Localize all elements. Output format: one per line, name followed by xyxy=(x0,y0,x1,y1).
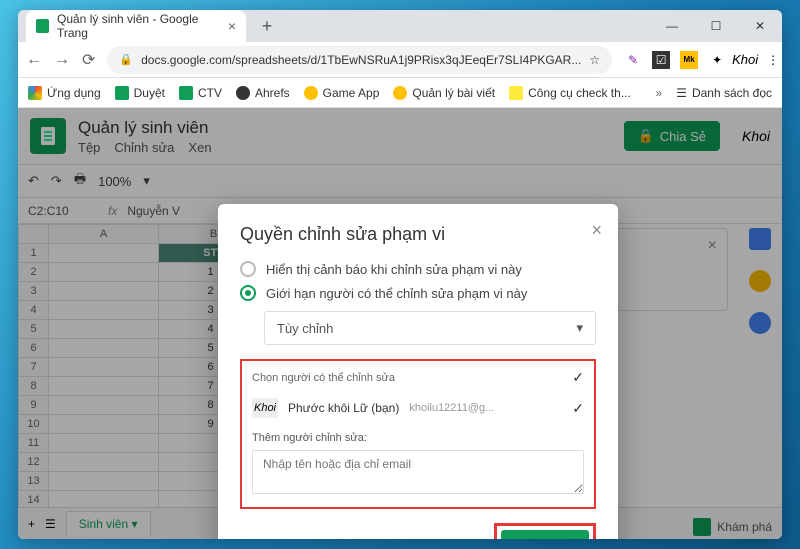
bookmark-ahrefs[interactable]: Ahrefs xyxy=(236,86,290,100)
close-window-button[interactable]: ✕ xyxy=(738,10,782,42)
list-icon: ☰ xyxy=(676,86,687,100)
editors-section-label: Chọn người có thể chỉnh sửa ✓ xyxy=(252,369,584,386)
chevron-down-icon: ▾ xyxy=(576,320,583,336)
bookmark-duyet[interactable]: Duyệt xyxy=(115,86,165,100)
back-button[interactable]: ← xyxy=(26,51,42,69)
dialog-close-icon[interactable]: × xyxy=(591,220,602,241)
browser-tab[interactable]: Quản lý sinh viên - Google Trang × xyxy=(26,10,246,42)
bookmark-overflow[interactable]: » xyxy=(655,86,662,100)
editor-avatar: Khoi xyxy=(252,398,278,418)
close-tab-icon[interactable]: × xyxy=(228,18,236,34)
range-permissions-dialog: Quyền chỉnh sửa phạm vi × Hiển thị cảnh … xyxy=(218,204,618,539)
window-controls: — ☐ ✕ xyxy=(650,10,782,42)
apps-button[interactable]: Ứng dụng xyxy=(28,86,101,100)
editor-row: Khoi Phước khôi Lữ (bạn) khoilu12211@g..… xyxy=(252,394,584,422)
done-highlight: Đã xong xyxy=(494,523,596,539)
bookmark-ctv[interactable]: CTV xyxy=(179,86,222,100)
radio-selected-icon xyxy=(240,285,256,301)
ext-icon-1[interactable]: ✎ xyxy=(624,51,642,69)
lock-icon: 🔒 xyxy=(119,53,133,66)
profile-icon[interactable]: Khoi xyxy=(736,51,754,69)
maximize-button[interactable]: ☐ xyxy=(694,10,738,42)
address-bar: ← → ⟳ 🔒 docs.google.com/spreadsheets/d/1… xyxy=(18,42,782,78)
minimize-button[interactable]: — xyxy=(650,10,694,42)
check-icon[interactable]: ✓ xyxy=(572,400,584,417)
extensions: ✎ ☑ Mk ✦ Khoi ⋮ xyxy=(624,51,782,69)
forward-button[interactable]: → xyxy=(54,51,70,69)
editor-email: khoilu12211@g... xyxy=(409,402,494,414)
reload-button[interactable]: ⟳ xyxy=(82,51,95,69)
bookmark-congcu[interactable]: Công cụ check th... xyxy=(509,86,631,100)
ext-icon-2[interactable]: ☑ xyxy=(652,51,670,69)
reading-list[interactable]: ☰Danh sách đọc xyxy=(676,86,772,100)
url-text: docs.google.com/spreadsheets/d/1TbEwNSRu… xyxy=(141,53,581,67)
tab-title: Quản lý sinh viên - Google Trang xyxy=(57,12,220,40)
new-tab-button[interactable]: + xyxy=(254,13,280,39)
sheets-app: Quản lý sinh viên Tệp Chỉnh sửa Xen 🔒Chi… xyxy=(18,108,782,539)
star-icon[interactable]: ☆ xyxy=(589,53,600,67)
done-button[interactable]: Đã xong xyxy=(501,530,589,539)
titlebar: Quản lý sinh viên - Google Trang × + — ☐… xyxy=(18,10,782,42)
browser-menu-icon[interactable]: ⋮ xyxy=(764,51,782,69)
editors-section: Chọn người có thể chỉnh sửa ✓ Khoi Phước… xyxy=(240,359,596,509)
extensions-menu-icon[interactable]: ✦ xyxy=(708,51,726,69)
url-field[interactable]: 🔒 docs.google.com/spreadsheets/d/1TbEwNS… xyxy=(107,46,612,74)
bookmark-quanly[interactable]: Quản lý bài viết xyxy=(393,86,495,100)
add-editors-label: Thêm người chỉnh sửa: xyxy=(252,432,584,444)
bookmark-gameapp[interactable]: Game App xyxy=(304,86,380,100)
ext-icon-3[interactable]: Mk xyxy=(680,51,698,69)
editor-name: Phước khôi Lữ (bạn) xyxy=(288,401,399,415)
option-restrict[interactable]: Giới hạn người có thể chỉnh sửa phạm vi … xyxy=(240,285,596,301)
add-editors-input[interactable] xyxy=(252,450,584,494)
restrict-dropdown[interactable]: Tùy chỉnh ▾ xyxy=(264,311,596,345)
radio-unselected-icon xyxy=(240,261,256,277)
browser-window: Quản lý sinh viên - Google Trang × + — ☐… xyxy=(18,10,782,539)
bookmarks-bar: Ứng dụng Duyệt CTV Ahrefs Game App Quản … xyxy=(18,78,782,108)
check-icon[interactable]: ✓ xyxy=(572,369,584,386)
dialog-title: Quyền chỉnh sửa phạm vi xyxy=(240,224,596,245)
option-warning[interactable]: Hiển thị cảnh báo khi chỉnh sửa phạm vi … xyxy=(240,261,596,277)
sheets-favicon xyxy=(36,19,49,33)
